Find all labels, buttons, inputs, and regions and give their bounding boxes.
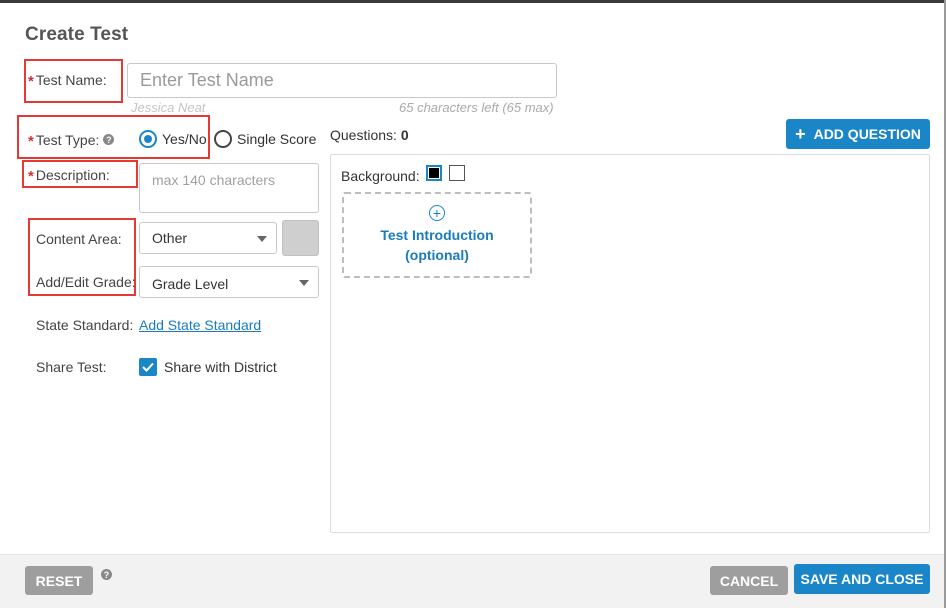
caret-down-icon <box>257 236 267 242</box>
test-introduction-title: Test Introduction <box>380 227 494 243</box>
description-textarea[interactable] <box>139 163 319 213</box>
share-test-label: Share Test: <box>36 359 107 375</box>
content-area-label: Content Area: <box>36 231 122 247</box>
annotation-box-test-name <box>24 59 123 103</box>
questions-label: Questions: <box>330 127 397 143</box>
grade-select[interactable]: Grade Level <box>139 266 319 298</box>
content-area-select[interactable]: Other <box>139 222 277 254</box>
save-and-close-button[interactable]: SAVE AND CLOSE <box>794 564 930 594</box>
add-question-button[interactable]: + ADD QUESTION <box>786 119 930 149</box>
background-label: Background: <box>341 168 420 184</box>
content-area-color-button[interactable] <box>282 220 319 256</box>
radio-yes-no-label[interactable]: Yes/No <box>162 131 207 147</box>
plus-circle-icon: + <box>429 205 445 221</box>
state-standard-label: State Standard: <box>36 317 134 333</box>
reset-button[interactable]: RESET <box>25 566 93 595</box>
caret-down-icon <box>299 280 309 286</box>
radio-yes-no[interactable] <box>139 130 157 148</box>
check-icon <box>142 362 154 372</box>
test-introduction-optional: (optional) <box>405 247 469 263</box>
background-swatch-white[interactable] <box>449 165 465 181</box>
share-with-district-label[interactable]: Share with District <box>164 359 277 375</box>
questions-count-row: Questions: 0 <box>330 127 409 143</box>
add-question-label: ADD QUESTION <box>813 126 921 142</box>
background-swatch-black[interactable] <box>426 165 442 181</box>
dialog-title: Create Test <box>25 24 129 45</box>
radio-single-score-label[interactable]: Single Score <box>237 131 316 147</box>
test-introduction-box[interactable]: + Test Introduction (optional) <box>342 192 532 278</box>
author-hint: Jessica Neat <box>131 100 206 115</box>
test-name-input[interactable] <box>127 63 557 98</box>
radio-single-score[interactable] <box>214 130 232 148</box>
characters-left-hint: 65 characters left (65 max) <box>399 100 554 115</box>
plus-icon: + <box>795 124 806 144</box>
grade-value: Grade Level <box>152 276 229 292</box>
add-state-standard-link[interactable]: Add State Standard <box>139 317 261 333</box>
annotation-box-description <box>22 160 138 188</box>
share-with-district-checkbox[interactable] <box>139 358 157 376</box>
question-circle-icon[interactable]: ? <box>101 569 112 580</box>
cancel-button[interactable]: CANCEL <box>710 566 788 595</box>
content-area-value: Other <box>152 230 188 246</box>
questions-count: 0 <box>400 127 409 143</box>
grade-label: Add/Edit Grade: <box>36 274 136 290</box>
